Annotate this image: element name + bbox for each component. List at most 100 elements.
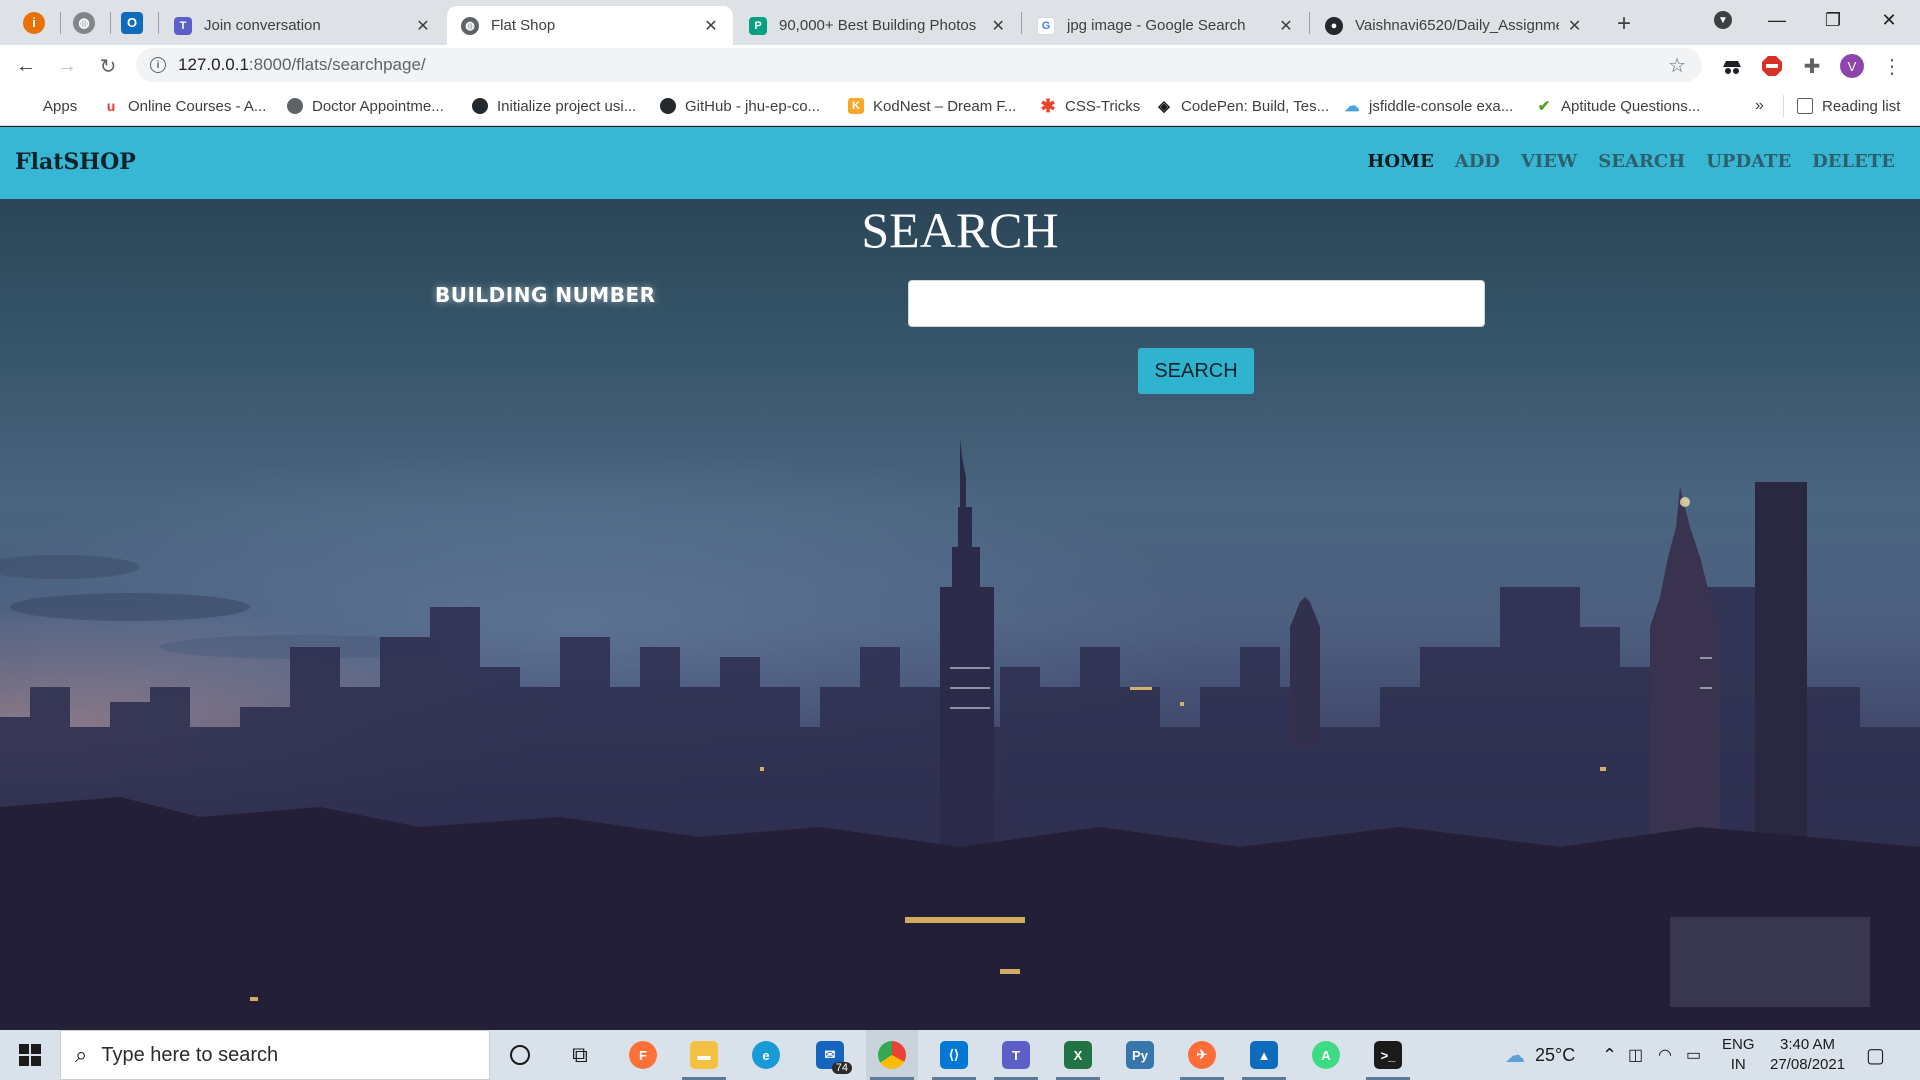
page-heading: SEARCH xyxy=(861,202,1059,258)
back-button[interactable]: ← xyxy=(10,50,42,82)
taskbar-python[interactable]: Py xyxy=(1114,1030,1166,1080)
tab-building-photos[interactable]: P 90,000+ Best Building Photos · ✕ xyxy=(735,6,1020,45)
tab-flat-shop[interactable]: ◍ Flat Shop ✕ xyxy=(447,6,733,45)
tab-search-button[interactable]: ▼ xyxy=(1700,0,1746,40)
weather-widget[interactable]: ☁ 25°C xyxy=(1505,1030,1575,1080)
tab-join-conversation[interactable]: T Join conversation ✕ xyxy=(160,6,445,45)
taskbar-mail[interactable]: ✉ 74 xyxy=(804,1030,856,1080)
bookmark-aptitude[interactable]: ✔ Aptitude Questions... xyxy=(1536,95,1701,117)
taskbar-excel-like[interactable]: X xyxy=(1052,1030,1104,1080)
site-brand[interactable]: FlatSHOP xyxy=(15,149,136,175)
taskbar-terminal[interactable]: >_ xyxy=(1362,1030,1414,1080)
terminal-icon: >_ xyxy=(1374,1041,1402,1069)
new-tab-button[interactable]: + xyxy=(1608,8,1640,40)
taskbar-teams[interactable]: T xyxy=(990,1030,1042,1080)
github-icon: ● xyxy=(1325,16,1343,35)
tab-google-search[interactable]: G jpg image - Google Search ✕ xyxy=(1023,6,1308,45)
forward-button[interactable]: → xyxy=(51,50,83,82)
clock-time: 3:40 AM xyxy=(1780,1036,1836,1053)
bookmark-online-courses[interactable]: u Online Courses - A... xyxy=(103,95,267,117)
close-window-button[interactable]: ✕ xyxy=(1866,0,1912,40)
github-icon xyxy=(660,98,676,114)
bookmark-css-tricks[interactable]: ✱ CSS-Tricks xyxy=(1040,95,1140,117)
bookmark-github-jhu[interactable]: GitHub - jhu-ep-co... xyxy=(660,95,820,117)
globe-icon: ◍ xyxy=(461,16,479,35)
meet-now-icon[interactable]: ◫ xyxy=(1628,1030,1643,1080)
bookmark-kodnest[interactable]: K KodNest – Dream F... xyxy=(848,95,1016,117)
reload-button[interactable]: ↻ xyxy=(92,50,124,82)
bookmark-star-icon[interactable]: ☆ xyxy=(1668,53,1686,78)
tab-github-repo[interactable]: ● Vaishnavi6520/Daily_Assignmen ✕ xyxy=(1311,6,1596,45)
android-studio-icon: A xyxy=(1312,1041,1340,1069)
task-view-button[interactable]: ⧉ xyxy=(554,1030,606,1080)
pinned-tab-firefox-like[interactable]: i xyxy=(10,6,58,39)
mail-badge: 74 xyxy=(831,1062,852,1074)
notification-center-icon[interactable]: ▢ xyxy=(1866,1030,1885,1080)
wifi-icon[interactable]: ◠ xyxy=(1658,1030,1672,1080)
bookmark-label: jsfiddle-console exa... xyxy=(1369,97,1514,115)
nav-link-view[interactable]: VIEW xyxy=(1521,151,1577,172)
close-icon[interactable]: ✕ xyxy=(413,16,433,36)
nav-link-update[interactable]: UPDATE xyxy=(1706,151,1791,172)
language-indicator[interactable]: ENG IN xyxy=(1722,1035,1755,1075)
photos-icon: ▲ xyxy=(1250,1041,1278,1069)
bookmark-label: CSS-Tricks xyxy=(1065,97,1141,115)
taskbar-file-explorer[interactable]: ▬ xyxy=(678,1030,730,1080)
tab-separator xyxy=(158,12,159,34)
building-number-label: BUILDING NUMBER xyxy=(435,283,656,307)
cortana-button[interactable] xyxy=(494,1030,546,1080)
bookmark-label: KodNest – Dream F... xyxy=(873,97,1017,115)
building-number-input[interactable] xyxy=(908,280,1485,327)
site-info-icon[interactable]: i xyxy=(150,57,166,73)
close-icon[interactable]: ✕ xyxy=(988,16,1008,36)
pinned-tab-outlook[interactable]: O xyxy=(108,6,156,39)
nav-link-delete[interactable]: DELETE xyxy=(1812,151,1895,172)
taskbar-edge[interactable]: e xyxy=(740,1030,792,1080)
profile-avatar[interactable]: V xyxy=(1840,54,1864,78)
teams-icon: T xyxy=(1002,1041,1030,1069)
search-button[interactable]: SEARCH xyxy=(1138,348,1254,394)
taskbar-android-studio[interactable]: A xyxy=(1300,1030,1352,1080)
bookmark-apps[interactable]: Apps xyxy=(18,95,77,117)
minimize-button[interactable]: — xyxy=(1754,0,1800,40)
restore-button[interactable]: ❐ xyxy=(1810,0,1856,40)
pinned-tab-globe[interactable]: ◍ xyxy=(60,6,108,39)
extensions-puzzle-icon[interactable]: ✚ xyxy=(1800,54,1824,78)
adblock-extension-icon[interactable] xyxy=(1760,54,1784,78)
clock-date: 27/08/2021 xyxy=(1770,1056,1846,1073)
address-bar[interactable]: i 127.0.0.1:8000/flats/searchpage/ ☆ xyxy=(136,48,1702,82)
reading-list-label: Reading list xyxy=(1822,97,1901,115)
reading-list-button[interactable]: Reading list xyxy=(1797,95,1900,117)
taskbar-postman[interactable]: ✈ xyxy=(1176,1030,1228,1080)
incognito-extension-icon[interactable] xyxy=(1720,54,1744,78)
bookmark-label: GitHub - jhu-ep-co... xyxy=(685,97,821,115)
bookmark-initialize-project[interactable]: Initialize project usi... xyxy=(472,95,636,117)
bookmarks-overflow-button[interactable]: » xyxy=(1755,95,1764,117)
site-menu: HOME ADD VIEW SEARCH UPDATE DELETE xyxy=(1367,151,1895,172)
codepen-icon: ◈ xyxy=(1158,98,1170,115)
site-navbar: FlatSHOP HOME ADD VIEW SEARCH UPDATE DEL… xyxy=(0,127,1920,199)
nav-link-add[interactable]: ADD xyxy=(1455,151,1500,172)
taskbar-chrome[interactable] xyxy=(866,1030,918,1080)
close-icon[interactable]: ✕ xyxy=(1565,16,1584,36)
outlook-icon: O xyxy=(121,11,143,34)
taskbar-vscode[interactable]: ⟨⟩ xyxy=(928,1030,980,1080)
close-icon[interactable]: ✕ xyxy=(1276,16,1296,36)
start-button[interactable] xyxy=(0,1030,60,1080)
system-clock[interactable]: 3:40 AM 27/08/2021 xyxy=(1770,1035,1845,1075)
taskbar-search-box[interactable]: ⌕ Type here to search xyxy=(60,1030,490,1080)
bookmark-doctor-appointment[interactable]: Doctor Appointme... xyxy=(287,95,444,117)
region-code: IN xyxy=(1730,1056,1746,1073)
nav-link-home[interactable]: HOME xyxy=(1367,151,1433,172)
tray-chevron-up-icon[interactable]: ⌃ xyxy=(1602,1030,1617,1080)
nav-link-search[interactable]: SEARCH xyxy=(1598,151,1685,172)
bookmark-label: Apps xyxy=(43,97,78,115)
kebab-menu-icon[interactable]: ⋮ xyxy=(1880,54,1904,78)
close-icon[interactable]: ✕ xyxy=(701,16,721,36)
battery-icon[interactable]: ▭ xyxy=(1686,1030,1701,1080)
apps-grid-icon xyxy=(18,98,34,114)
bookmark-codepen[interactable]: ◈ CodePen: Build, Tes... xyxy=(1156,95,1329,117)
taskbar-photos[interactable]: ▲ xyxy=(1238,1030,1290,1080)
bookmark-jsfiddle[interactable]: ☁ jsfiddle-console exa... xyxy=(1344,95,1514,117)
taskbar-firefox[interactable]: F xyxy=(617,1030,669,1080)
